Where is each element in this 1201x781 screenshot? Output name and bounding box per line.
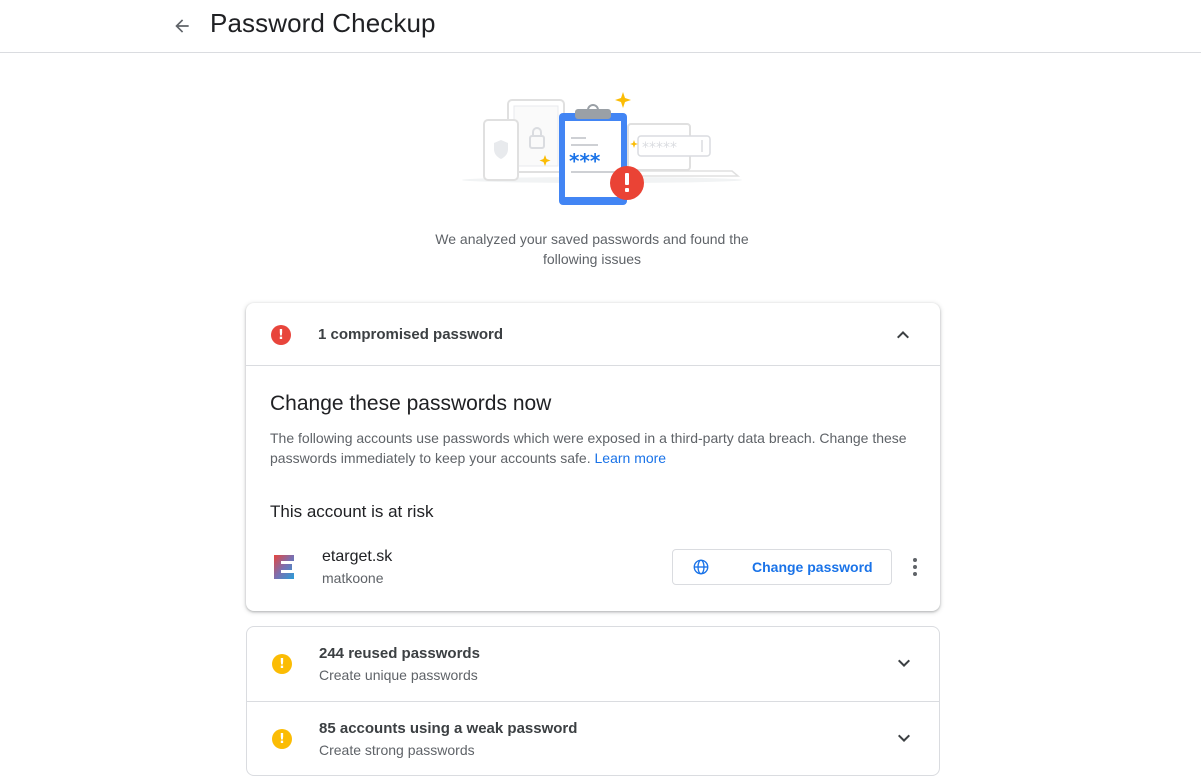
reused-passwords-row[interactable]: ! 244 reused passwords Create unique pas… bbox=[247, 627, 939, 701]
site-favicon bbox=[274, 555, 294, 579]
more-options-button[interactable] bbox=[903, 553, 927, 581]
section-heading: Change these passwords now bbox=[270, 392, 552, 415]
warning-icon: ! bbox=[272, 654, 292, 674]
weak-title: 85 accounts using a weak password bbox=[319, 720, 578, 737]
compromised-passwords-card: ! 1 compromised password Change these pa… bbox=[246, 303, 940, 611]
chevron-up-icon[interactable] bbox=[891, 323, 915, 347]
reused-title: 244 reused passwords bbox=[319, 645, 480, 662]
account-site: etarget.sk bbox=[322, 548, 393, 565]
summary-line-1: We analyzed your saved passwords and fou… bbox=[435, 231, 749, 247]
risk-heading: This account is at risk bbox=[270, 502, 434, 521]
chevron-up-glyph bbox=[897, 331, 909, 339]
change-password-button[interactable]: Change password bbox=[672, 549, 892, 585]
summary-text: We analyzed your saved passwords and fou… bbox=[392, 229, 792, 269]
globe-icon bbox=[693, 559, 709, 575]
page-title: Password Checkup bbox=[210, 8, 436, 38]
warning-icon: ! bbox=[272, 729, 292, 749]
top-bar: Password Checkup bbox=[0, 0, 1201, 53]
chevron-down-icon[interactable] bbox=[892, 726, 916, 750]
section-description: The following accounts use passwords whi… bbox=[270, 428, 910, 468]
compromised-title: 1 compromised password bbox=[318, 326, 504, 343]
chevron-down-icon[interactable] bbox=[892, 651, 916, 675]
arrow-back-icon bbox=[175, 19, 189, 33]
reused-subtitle: Create unique passwords bbox=[319, 667, 478, 683]
weak-subtitle: Create strong passwords bbox=[319, 742, 475, 758]
learn-more-link[interactable]: Learn more bbox=[595, 450, 667, 466]
chevron-down-glyph bbox=[898, 734, 910, 742]
svg-text:*****: ***** bbox=[642, 140, 677, 156]
other-issues-card: ! 244 reused passwords Create unique pas… bbox=[246, 626, 940, 776]
summary-line-2: following issues bbox=[542, 251, 642, 267]
change-password-label: Change password bbox=[752, 559, 873, 575]
svg-text:***: *** bbox=[569, 149, 601, 173]
dot-icon bbox=[913, 565, 917, 569]
back-button[interactable] bbox=[166, 10, 198, 42]
dot-icon bbox=[913, 572, 917, 576]
password-checkup-illustration: ***** *** bbox=[462, 92, 742, 205]
error-icon: ! bbox=[271, 325, 291, 345]
account-username: matkoone bbox=[322, 570, 384, 586]
weak-passwords-row[interactable]: ! 85 accounts using a weak password Crea… bbox=[247, 702, 939, 776]
compromised-header[interactable]: ! 1 compromised password bbox=[246, 303, 940, 366]
chevron-down-glyph bbox=[898, 659, 910, 667]
dot-icon bbox=[913, 558, 917, 562]
description-text: The following accounts use passwords whi… bbox=[270, 430, 907, 466]
